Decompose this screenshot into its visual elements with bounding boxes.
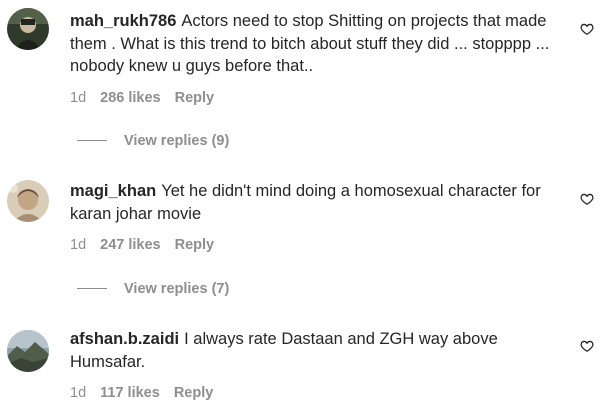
comment-username[interactable]: magi_khan	[70, 182, 156, 200]
comment-meta: 1d 117 likes Reply	[70, 385, 213, 401]
avatar[interactable]	[7, 330, 49, 372]
comment-username[interactable]: mah_rukh786	[70, 12, 176, 30]
avatar[interactable]	[7, 180, 49, 222]
comment-time: 1d	[70, 90, 87, 106]
comment-text: afshan.b.zaidi I always rate Dastaan and …	[70, 328, 550, 373]
heart-outline-icon[interactable]	[580, 339, 594, 353]
comment-username[interactable]: afshan.b.zaidi	[70, 330, 179, 348]
comment-likes[interactable]: 286 likes	[100, 90, 160, 106]
reply-button[interactable]: Reply	[175, 90, 215, 106]
avatar[interactable]	[7, 8, 49, 50]
comment-likes[interactable]: 117 likes	[100, 385, 160, 401]
view-replies-button[interactable]: View replies (7)	[77, 281, 229, 297]
comment-meta: 1d 247 likes Reply	[70, 237, 214, 253]
reply-button[interactable]: Reply	[174, 385, 214, 401]
heart-outline-icon[interactable]	[580, 22, 594, 36]
comment-time: 1d	[70, 237, 87, 253]
divider-line	[77, 287, 107, 289]
comment-text: magi_khan Yet he didn't mind doing a homo…	[70, 180, 550, 225]
comment-time: 1d	[70, 385, 87, 401]
comment-likes[interactable]: 247 likes	[100, 237, 160, 253]
heart-outline-icon[interactable]	[580, 192, 594, 206]
view-replies-label: View replies (9)	[124, 133, 230, 149]
reply-button[interactable]: Reply	[175, 237, 215, 253]
comment-text: mah_rukh786 Actors need to stop Shitting …	[70, 10, 550, 78]
comment-meta: 1d 286 likes Reply	[70, 90, 214, 106]
view-replies-button[interactable]: View replies (9)	[77, 133, 229, 149]
view-replies-label: View replies (7)	[124, 281, 230, 297]
divider-line	[77, 139, 107, 141]
